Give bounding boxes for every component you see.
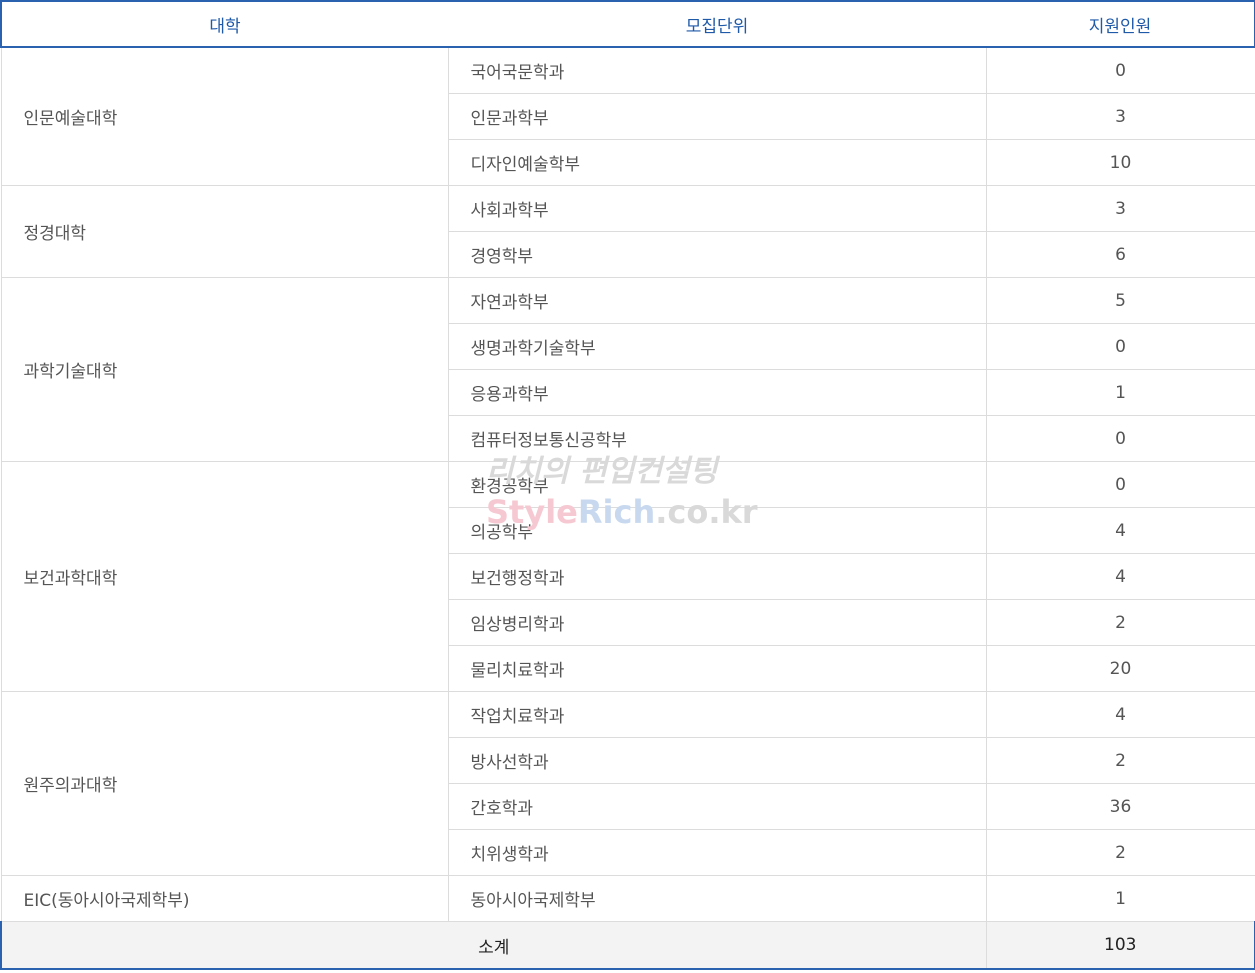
applicant-count-cell: 3 — [985, 93, 1255, 140]
college-cell: 과학기술대학 — [0, 277, 449, 462]
header-college: 대학 — [0, 0, 448, 48]
table-header: 대학 모집단위 지원인원 — [0, 0, 1255, 48]
unit-cell: 간호학과 — [447, 783, 987, 830]
applicant-count-cell: 4 — [985, 553, 1255, 600]
unit-cell: 동아시아국제학부 — [447, 875, 987, 922]
applicant-count-cell: 6 — [985, 231, 1255, 278]
unit-cell: 치위생학과 — [447, 829, 987, 876]
unit-cell: 의공학부 — [447, 507, 987, 554]
table-row: 정경대학 사회과학부 3 — [0, 185, 1255, 278]
table-row: 과학기술대학 자연과학부 5 — [0, 277, 1255, 462]
admission-applicants-table: 대학 모집단위 지원인원 인문예술대학 국어국문학과 0 인문과학부 3 디자인예술학부 1… — [0, 0, 1255, 970]
unit-cell: 물리치료학과 — [447, 645, 987, 692]
college-cell: 인문예술대학 — [0, 46, 449, 186]
unit-cell: 경영학부 — [447, 231, 987, 278]
college-cell: 원주의과대학 — [0, 691, 449, 876]
unit-cell: 작업치료학과 — [447, 691, 987, 738]
unit-cell: 보건행정학과 — [447, 553, 987, 600]
unit-cell: 임상병리학과 — [447, 599, 987, 646]
unit-cell: 자연과학부 — [447, 277, 987, 324]
subtotal-row: 소계 103 — [0, 921, 1255, 970]
unit-cell: 인문과학부 — [447, 93, 987, 140]
unit-cell: 생명과학기술학부 — [447, 323, 987, 370]
unit-cell: 응용과학부 — [447, 369, 987, 416]
applicant-count-cell: 4 — [985, 507, 1255, 554]
table-row: 원주의과대학 작업치료학과 4 — [0, 691, 1255, 876]
applicant-count-cell: 0 — [985, 323, 1255, 370]
table-row: 보건과학대학 환경공학부 0 — [0, 461, 1255, 692]
applicant-count-cell: 2 — [985, 737, 1255, 784]
college-cell: 보건과학대학 — [0, 461, 449, 692]
unit-cell: 국어국문학과 — [447, 46, 987, 94]
applicant-count-cell: 20 — [985, 645, 1255, 692]
applicant-count-cell: 1 — [985, 875, 1255, 922]
unit-cell: 사회과학부 — [447, 185, 987, 232]
header-unit: 모집단위 — [448, 0, 986, 48]
subtotal-label: 소계 — [0, 921, 987, 970]
applicant-count-cell: 0 — [985, 415, 1255, 462]
applicant-count-cell: 5 — [985, 277, 1255, 324]
applicant-count-cell: 0 — [985, 461, 1255, 508]
applicant-count-cell: 36 — [985, 783, 1255, 830]
unit-cell: 컴퓨터정보통신공학부 — [447, 415, 987, 462]
unit-cell: 환경공학부 — [447, 461, 987, 508]
applicant-count-cell: 0 — [985, 46, 1255, 94]
applicant-count-cell: 3 — [985, 185, 1255, 232]
college-cell: 정경대학 — [0, 185, 449, 278]
college-cell: EIC(동아시아국제학부) — [0, 875, 449, 922]
header-row: 대학 모집단위 지원인원 — [0, 0, 1255, 48]
applicant-count-cell: 1 — [985, 369, 1255, 416]
table-row: 인문예술대학 국어국문학과 0 — [0, 46, 1255, 186]
applicant-count-cell: 2 — [985, 599, 1255, 646]
header-applicants: 지원인원 — [986, 0, 1255, 48]
table-footer: 소계 103 — [0, 921, 1255, 970]
unit-cell: 디자인예술학부 — [447, 139, 987, 186]
subtotal-value: 103 — [985, 921, 1255, 970]
applicant-count-cell: 2 — [985, 829, 1255, 876]
table-body: 인문예술대학 국어국문학과 0 인문과학부 3 디자인예술학부 10 정경대학 사회과학부 3 경영… — [0, 46, 1255, 922]
unit-cell: 방사선학과 — [447, 737, 987, 784]
table-row: EIC(동아시아국제학부) 동아시아국제학부 1 — [0, 875, 1255, 922]
applicant-count-cell: 4 — [985, 691, 1255, 738]
applicant-count-cell: 10 — [985, 139, 1255, 186]
